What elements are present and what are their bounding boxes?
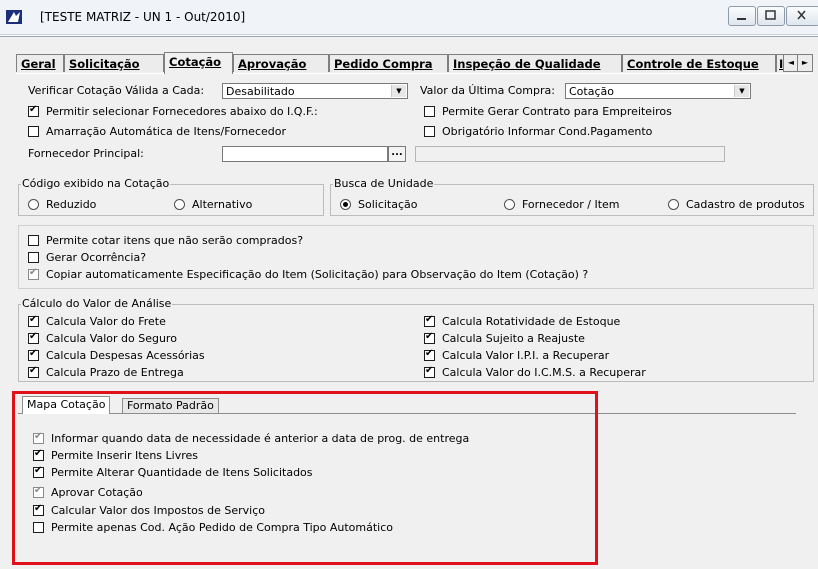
main-tab-bar: Geral Solicitação Cotação Aprovação Pedi… [16, 52, 813, 74]
busca-solicitacao-label: Solicitação [358, 198, 418, 211]
codigo-reduzido-label: Reduzido [46, 198, 97, 211]
close-button[interactable] [786, 6, 818, 26]
calcula-reajuste-label: Calcula Sujeito a Reajuste [442, 332, 585, 345]
calcula-icms-label: Calcula Valor do I.C.M.S. a Recuperar [442, 366, 646, 379]
calcula-seguro-checkbox[interactable] [28, 331, 39, 344]
busca-solicitacao-radio[interactable] [340, 199, 351, 210]
valor-ultima-compra-label: Valor da Última Compra: [420, 84, 555, 97]
calcula-ipi-label: Calcula Valor I.P.I. a Recuperar [442, 349, 610, 362]
arrow-right-icon: ► [801, 58, 809, 67]
tab-aprovacao[interactable]: Aprovação [233, 54, 329, 72]
calcula-reajuste-checkbox[interactable] [424, 331, 435, 344]
arrow-left-icon: ◄ [787, 58, 795, 67]
busca-cadastro-produtos-label: Cadastro de produtos [686, 198, 805, 211]
permitir-fornecedores-iqf-checkbox[interactable] [28, 104, 39, 117]
minimize-icon [737, 18, 746, 20]
highlight-box [12, 391, 598, 565]
verificar-cotacao-label: Verificar Cotação Válida a Cada: [28, 84, 205, 97]
maximize-icon [765, 10, 776, 20]
obrigatorio-cond-pagamento-label: Obrigatório Informar Cond.Pagamento [442, 125, 653, 138]
app-logo-icon [6, 10, 22, 24]
close-icon [797, 10, 806, 20]
calcula-despesas-label: Calcula Despesas Acessórias [46, 349, 205, 362]
copiar-especificacao-checkbox[interactable] [28, 267, 39, 280]
codigo-alternativo-radio[interactable] [174, 199, 185, 210]
busca-fornecedor-item-radio[interactable] [504, 199, 515, 210]
tab-geral[interactable]: Geral [16, 54, 64, 72]
minimize-button[interactable] [728, 6, 756, 26]
verificar-cotacao-select[interactable]: Desabilitado ▼ [222, 83, 408, 99]
calcula-rotatividade-checkbox[interactable] [424, 314, 435, 327]
busca-fornecedor-item-label: Fornecedor / Item [522, 198, 620, 211]
calcula-prazo-entrega-checkbox[interactable] [28, 365, 39, 378]
cotar-itens-nao-comprados-checkbox[interactable] [28, 235, 39, 246]
calcula-ipi-checkbox[interactable] [424, 348, 435, 361]
copiar-especificacao-label: Copiar automaticamente Especificação do … [46, 268, 589, 281]
tab-pedido-compra[interactable]: Pedido Compra [329, 54, 448, 72]
codigo-alternativo-label: Alternativo [192, 198, 253, 211]
valor-ultima-compra-select[interactable]: Cotação ▼ [565, 83, 751, 99]
fornecedor-lookup-button[interactable]: ... [388, 146, 406, 162]
gerar-ocorrencia-checkbox[interactable] [28, 252, 39, 263]
calcula-frete-checkbox[interactable] [28, 314, 39, 327]
tab-controle-estoque[interactable]: Controle de Estoque [622, 54, 776, 72]
obrigatorio-cond-pagamento-checkbox[interactable] [424, 126, 435, 137]
fornecedor-principal-label: Fornecedor Principal: [28, 147, 144, 160]
tab-inspecao-qualidade[interactable]: Inspeção de Qualidade [448, 54, 622, 72]
calcula-prazo-entrega-label: Calcula Prazo de Entrega [46, 366, 184, 379]
busca-unidade-caption: Busca de Unidade [333, 177, 435, 190]
tab-solicitacao[interactable]: Solicitação [64, 54, 164, 72]
chevron-down-icon[interactable]: ▼ [734, 85, 749, 97]
amarracao-automatica-label: Amarração Automática de Itens/Fornecedor [46, 125, 287, 138]
codigo-reduzido-radio[interactable] [28, 199, 39, 210]
busca-cadastro-produtos-radio[interactable] [668, 199, 679, 210]
cotar-itens-nao-comprados-label: Permite cotar itens que não serão compra… [46, 234, 304, 247]
gerar-contrato-label: Permite Gerar Contrato para Empreiteiros [442, 105, 672, 118]
calcula-rotatividade-label: Calcula Rotatividade de Estoque [442, 315, 621, 328]
gerar-ocorrencia-label: Gerar Ocorrência? [46, 251, 147, 264]
chevron-down-icon[interactable]: ▼ [391, 85, 406, 97]
tab-cotacao-label: Cotação [169, 55, 222, 69]
gerar-contrato-checkbox[interactable] [424, 106, 435, 117]
calcula-icms-checkbox[interactable] [424, 365, 435, 378]
fornecedor-principal-input[interactable] [222, 146, 388, 162]
verificar-cotacao-value: Desabilitado [226, 85, 295, 98]
tab-cotacao[interactable]: Cotação [164, 52, 233, 74]
amarracao-automatica-checkbox[interactable] [28, 126, 39, 137]
calculo-valor-analise-caption: Cálculo do Valor de Análise [21, 297, 173, 310]
maximize-button[interactable] [757, 6, 785, 26]
fornecedor-nome-field [415, 146, 725, 162]
permitir-fornecedores-iqf-label: Permitir selecionar Fornecedores abaixo … [46, 105, 318, 118]
calcula-seguro-label: Calcula Valor do Seguro [46, 332, 177, 345]
codigo-exibido-caption: Código exibido na Cotação [21, 177, 171, 190]
calcula-despesas-checkbox[interactable] [28, 348, 39, 361]
tab-scroll-right-button[interactable]: ► [797, 54, 813, 72]
window-title: [TESTE MATRIZ - UN 1 - Out/2010] [40, 10, 246, 24]
title-bar: [TESTE MATRIZ - UN 1 - Out/2010] [0, 0, 818, 35]
valor-ultima-compra-value: Cotação [569, 85, 614, 98]
calcula-frete-label: Calcula Valor do Frete [46, 315, 166, 328]
